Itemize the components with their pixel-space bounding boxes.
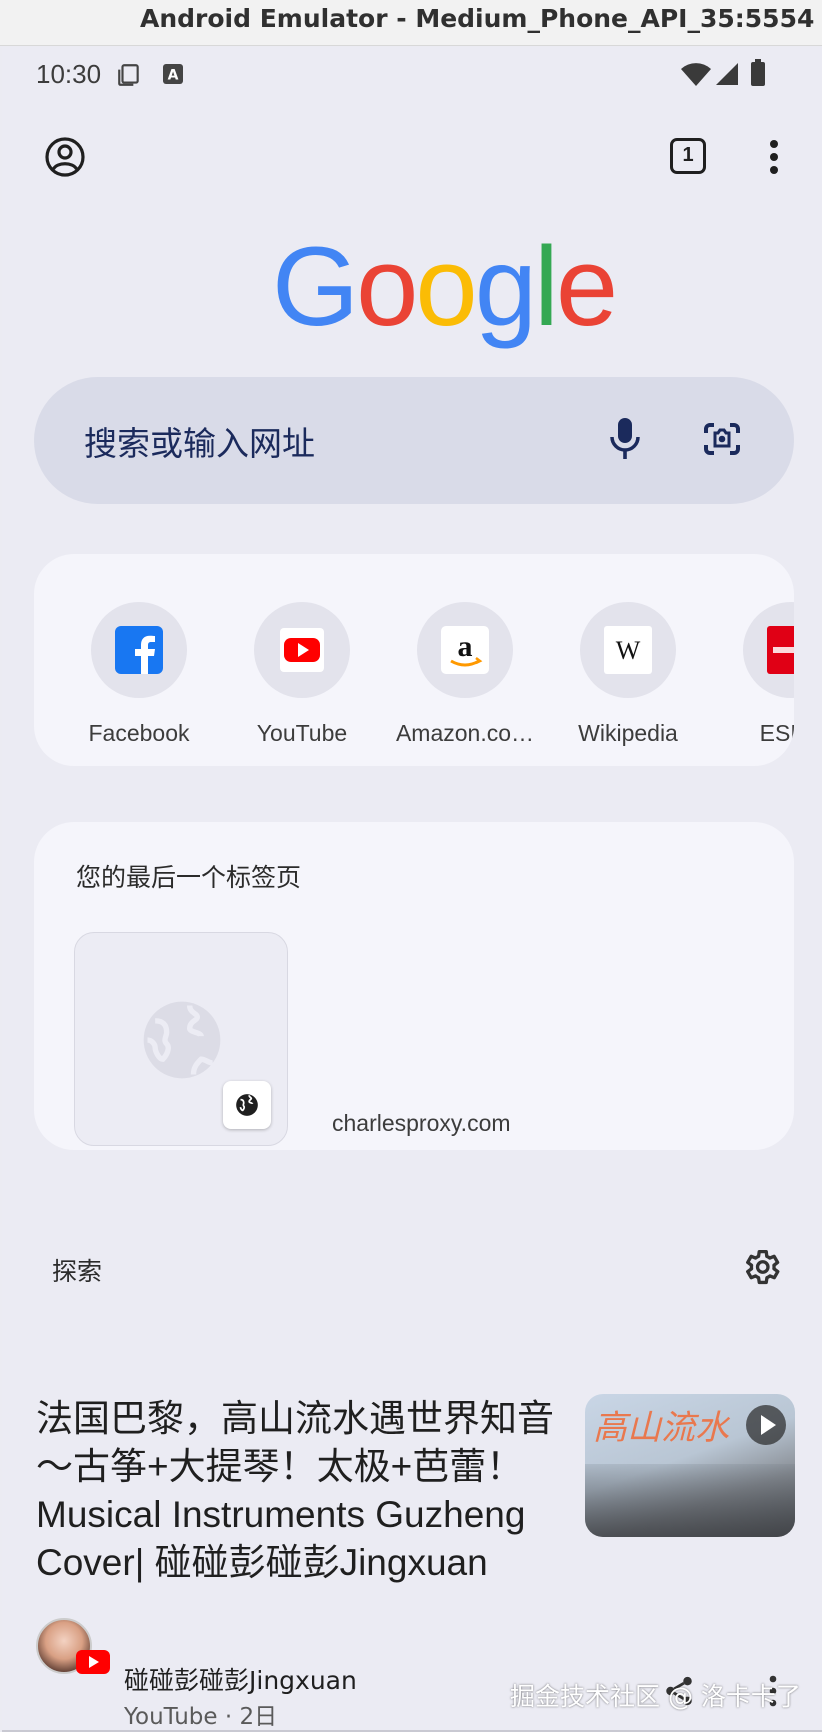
shortcut-youtube[interactable]: YouTube [227, 602, 377, 747]
window-title: Android Emulator - Medium_Phone_API_35:5… [140, 4, 815, 33]
author-name: 碰碰彭碰彭Jingxuan [124, 1666, 357, 1695]
espn-icon [767, 626, 794, 674]
shortcut-icon-bg [254, 602, 350, 698]
tab-switcher-button[interactable]: 1 [670, 138, 706, 174]
status-time: 10:30 [36, 59, 102, 89]
cell-signal-icon [714, 61, 740, 91]
thumbnail-text: 高山流水 [593, 1408, 729, 1448]
last-tab-heading: 您的最后一个标签页 [76, 863, 302, 892]
svg-text:a: a [458, 630, 473, 663]
shortcut-icon-bg [743, 602, 794, 698]
youtube-icon [280, 628, 324, 672]
search-box[interactable]: 搜索或输入网址 [34, 377, 794, 504]
shortcut-label: ESPN [759, 720, 794, 746]
shortcuts-card: Facebook YouTube a Amazon.co… W Wikipedi… [34, 554, 794, 766]
amazon-icon: a [441, 626, 489, 674]
last-tab-card[interactable]: 您的最后一个标签页 charlesproxy.com [34, 822, 794, 1150]
phone-screen: 10:30 A 1 Google 搜索或输入网址 Facebook YouTub… [2, 47, 822, 1732]
lens-search-icon[interactable] [702, 421, 742, 461]
search-placeholder: 搜索或输入网址 [84, 424, 315, 463]
status-bar: 10:30 A [2, 47, 822, 103]
youtube-badge-icon [76, 1650, 110, 1678]
shortcut-label: YouTube [256, 720, 348, 746]
article-title[interactable]: 法国巴黎，高山流水遇世界知音～古筝+大提琴！太极+芭蕾！Musical Inst… [36, 1395, 556, 1587]
battery-icon [750, 59, 766, 91]
shortcut-icon-bg [91, 602, 187, 698]
shortcut-espn[interactable]: ESPN [716, 602, 794, 747]
shortcut-icon-bg: a [417, 602, 513, 698]
wifi-icon [680, 61, 712, 91]
globe-placeholder-icon [143, 1001, 221, 1079]
shortcut-facebook[interactable]: Facebook [64, 602, 214, 747]
more-menu-icon[interactable] [768, 139, 780, 179]
svg-text:A: A [168, 68, 179, 84]
thumbnail-scene [585, 1464, 795, 1537]
account-icon[interactable] [44, 136, 86, 182]
globe-icon [236, 1094, 258, 1116]
screenshot-icon [116, 62, 142, 92]
last-tab-site: charlesproxy.com [332, 1110, 511, 1136]
discover-settings-icon[interactable] [740, 1246, 782, 1292]
google-logo: Google [272, 224, 618, 349]
shortcut-label: Amazon.co… [395, 720, 535, 746]
shortcut-wikipedia[interactable]: W Wikipedia [553, 602, 703, 747]
site-favicon-badge [223, 1081, 271, 1129]
emulator-title-bar: Android Emulator - Medium_Phone_API_35:5… [0, 0, 822, 46]
play-icon [745, 1404, 787, 1450]
svg-text:W: W [616, 636, 641, 665]
shortcut-icon-bg: W [580, 602, 676, 698]
wikipedia-icon: W [604, 626, 652, 674]
article-thumbnail[interactable]: 高山流水 [585, 1394, 795, 1537]
discover-heading: 探索 [52, 1257, 103, 1286]
article-meta: YouTube · 2日 [124, 1704, 278, 1730]
keyboard-a-icon: A [162, 63, 184, 89]
shortcut-label: Wikipedia [578, 720, 678, 746]
tab-count: 1 [682, 144, 694, 166]
watermark: 掘金技术社区 @ 洛卡卡了 [510, 1682, 801, 1711]
shortcut-amazon[interactable]: a Amazon.co… [390, 602, 540, 747]
last-tab-thumbnail[interactable] [74, 932, 288, 1146]
facebook-icon [115, 626, 163, 674]
voice-search-icon[interactable] [609, 417, 641, 465]
shortcut-label: Facebook [88, 720, 190, 746]
